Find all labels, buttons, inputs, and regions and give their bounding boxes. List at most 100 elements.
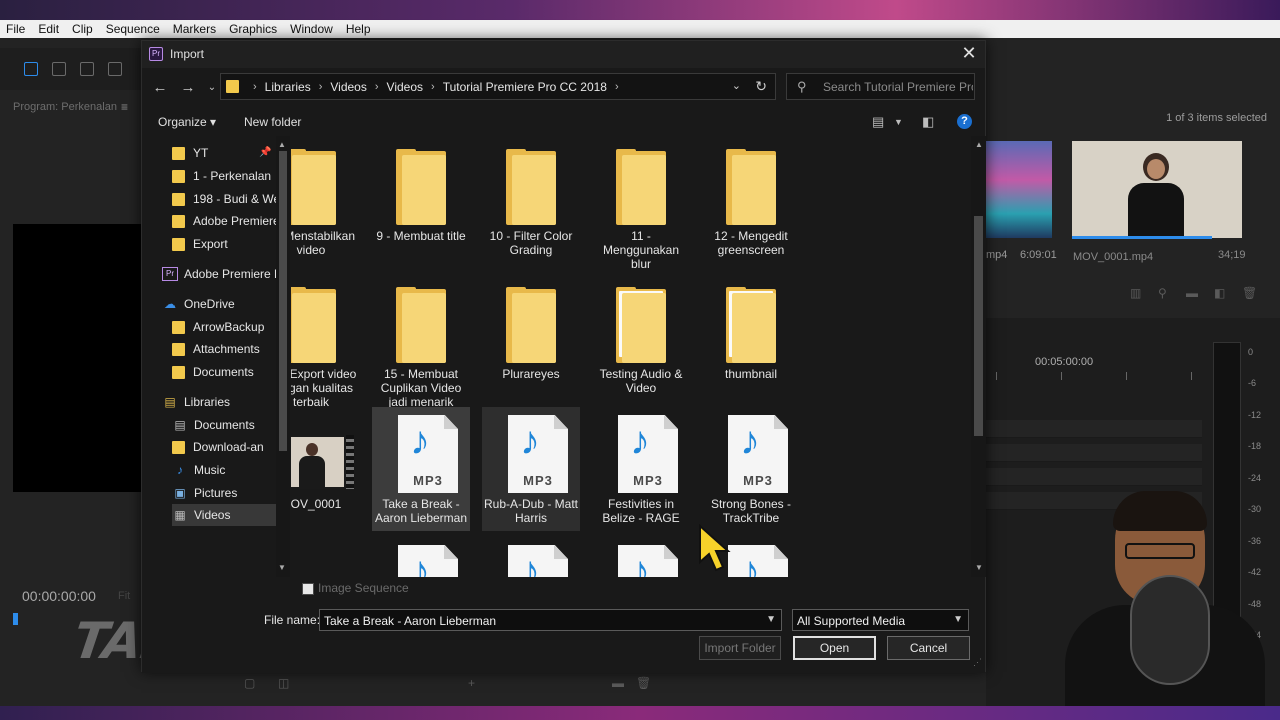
- file-item[interactable]: ♪ MP3 Take a Break - Aaron Lieberman: [372, 407, 470, 531]
- sidebar-item-documents[interactable]: ▤ Documents: [172, 414, 276, 436]
- sidebar-item-libraries[interactable]: ▤ Libraries: [162, 391, 276, 413]
- project-thumbnail-1[interactable]: [986, 141, 1052, 238]
- sidebar-item-download-an[interactable]: Download-an: [172, 436, 276, 458]
- menu-item-file[interactable]: File: [0, 22, 32, 36]
- cancel-button[interactable]: Cancel: [887, 636, 970, 660]
- file-item[interactable]: ♪MP3: [372, 537, 470, 577]
- sidebar-item-pictures[interactable]: ▣ Pictures: [172, 482, 276, 504]
- forward-arrow-icon[interactable]: →: [178, 79, 198, 96]
- sidebar-item-arrowbackup[interactable]: ArrowBackup: [172, 316, 276, 338]
- export-frame-icon[interactable]: ◫: [278, 676, 289, 690]
- preview-pane-icon[interactable]: ◧: [922, 114, 934, 130]
- folder-item[interactable]: Plurareyes: [482, 277, 580, 401]
- close-icon[interactable]: ✕: [959, 43, 979, 63]
- help-icon[interactable]: ?: [957, 114, 972, 129]
- selection-tool-icon[interactable]: [24, 62, 38, 76]
- menu-item-sequence[interactable]: Sequence: [100, 22, 167, 36]
- sidebar-item-music[interactable]: ♪ Music: [172, 459, 276, 481]
- file-item[interactable]: MOV_0001: [291, 407, 360, 531]
- folder-item[interactable]: 15 - Membuat Cuplikan Video jadi menarik: [372, 277, 470, 409]
- refresh-icon[interactable]: ↻: [755, 78, 767, 95]
- folder-item[interactable]: 11 - Menggunakan blur: [592, 139, 690, 271]
- razor-tool-icon[interactable]: [108, 62, 122, 76]
- content-scroll-thumb[interactable]: [974, 216, 983, 436]
- breadcrumb-item[interactable]: Videos: [330, 80, 366, 94]
- file-type-select[interactable]: All Supported Media ▼: [792, 609, 969, 631]
- menu-item-edit[interactable]: Edit: [32, 22, 66, 36]
- new-bin-icon[interactable]: ▬: [1186, 286, 1198, 300]
- fit-dropdown[interactable]: Fit: [118, 590, 130, 602]
- folder-item[interactable]: PSD thumbnail: [702, 277, 800, 401]
- back-arrow-icon[interactable]: ←: [150, 79, 170, 96]
- address-dropdown-icon[interactable]: ⌄: [732, 79, 741, 92]
- open-button[interactable]: Open: [793, 636, 876, 660]
- chevron-down-icon[interactable]: ▼: [766, 614, 776, 625]
- safe-margins-icon[interactable]: ▢: [244, 676, 255, 690]
- ripple-edit-tool-icon[interactable]: [80, 62, 94, 76]
- menu-item-graphics[interactable]: Graphics: [223, 22, 284, 36]
- menu-item-markers[interactable]: Markers: [167, 22, 223, 36]
- panel-menu-icon[interactable]: ≡: [121, 100, 128, 114]
- program-timecode[interactable]: 00:00:00:00: [22, 588, 96, 604]
- list-view-icon[interactable]: ▥: [1130, 286, 1141, 300]
- timeline-track[interactable]: [986, 444, 1202, 462]
- sidebar-item-adobe-premiere[interactable]: Adobe Premiere: [172, 210, 280, 232]
- sidebar-scroll-thumb[interactable]: [279, 151, 287, 451]
- playhead-marker[interactable]: [13, 613, 18, 625]
- breadcrumb-separator-icon[interactable]: ›: [319, 81, 323, 93]
- dialog-titlebar[interactable]: Pr Import ✕: [142, 41, 985, 68]
- file-item[interactable]: ♪ MP3 Festivities in Belize - RAGE: [592, 407, 690, 531]
- breadcrumb-separator-icon[interactable]: ›: [615, 81, 619, 93]
- breadcrumb-item[interactable]: Videos: [387, 80, 423, 94]
- menu-item-clip[interactable]: Clip: [66, 22, 100, 36]
- address-bar[interactable]: › Libraries › Videos › Videos › Tutorial Premie…: [220, 73, 776, 100]
- view-options-chevron-icon[interactable]: ▼: [894, 117, 903, 127]
- folder-item[interactable]: 10 - Filter Color Grading: [482, 139, 580, 263]
- image-sequence-checkbox[interactable]: [302, 583, 314, 595]
- sidebar-item-documents[interactable]: Documents: [172, 361, 276, 383]
- breadcrumb-separator-icon[interactable]: ›: [375, 81, 379, 93]
- sidebar-item-adobe-premiere-p[interactable]: Pr Adobe Premiere P: [162, 263, 282, 285]
- breadcrumb-item[interactable]: Tutorial Premiere Pro CC 2018: [443, 80, 607, 94]
- add-button-icon[interactable]: +: [468, 676, 475, 690]
- timeline-track[interactable]: [986, 468, 1202, 486]
- breadcrumb-item[interactable]: Libraries: [265, 80, 311, 94]
- scroll-up-icon[interactable]: ▲: [975, 140, 983, 149]
- timeline-track[interactable]: [986, 420, 1202, 438]
- folder-item[interactable]: Testing Audio & Video: [592, 277, 690, 401]
- new-bin-icon[interactable]: ▬: [612, 676, 624, 690]
- trash-icon[interactable]: 🗑: [1242, 286, 1257, 300]
- file-item[interactable]: ♪MP3: [482, 537, 580, 577]
- folder-item[interactable]: 9 - Membuat title: [372, 139, 470, 263]
- project-thumbnail-2[interactable]: [1072, 141, 1242, 238]
- organize-button[interactable]: Organize ▾: [158, 115, 216, 129]
- sidebar-item-export[interactable]: Export: [172, 233, 276, 255]
- menu-item-help[interactable]: Help: [340, 22, 378, 36]
- file-name-input[interactable]: Take a Break - Aaron Lieberman ▼: [319, 609, 782, 631]
- menu-item-window[interactable]: Window: [284, 22, 340, 36]
- find-icon[interactable]: ⚲: [1158, 286, 1167, 300]
- sidebar-item-videos[interactable]: ▦ Videos: [172, 504, 276, 526]
- change-view-icon[interactable]: ▤: [872, 114, 884, 130]
- trash-icon[interactable]: 🗑: [636, 676, 651, 690]
- breadcrumb-separator-icon[interactable]: ›: [253, 81, 257, 93]
- new-folder-button[interactable]: New folder: [244, 115, 301, 129]
- search-box[interactable]: ⚲ Search Tutorial Premiere Pro...: [786, 73, 975, 100]
- sidebar-item-198-budi-we[interactable]: 198 - Budi & We: [172, 188, 280, 210]
- folder-item[interactable]: 14 - Export video dengan kualitas terbai…: [291, 277, 360, 409]
- recent-locations-chevron-icon[interactable]: ⌄: [202, 82, 222, 93]
- new-item-icon[interactable]: ◧: [1214, 286, 1225, 300]
- sidebar-item-attachments[interactable]: Attachments: [172, 338, 276, 360]
- scroll-down-icon[interactable]: ▼: [278, 563, 286, 572]
- track-select-tool-icon[interactable]: [52, 62, 66, 76]
- file-item[interactable]: ♪MP3: [592, 537, 690, 577]
- file-item[interactable]: ♪ MP3 Rub-A-Dub - Matt Harris: [482, 407, 580, 531]
- import-folder-button[interactable]: Import Folder: [699, 636, 781, 660]
- folder-item[interactable]: 12 - Mengedit greenscreen: [702, 139, 800, 263]
- scroll-up-icon[interactable]: ▲: [278, 140, 286, 149]
- sidebar-item-1-perkenalan[interactable]: 1 - Perkenalan: [172, 165, 276, 187]
- resize-grip-icon[interactable]: ⋰: [973, 657, 982, 668]
- scroll-down-icon[interactable]: ▼: [975, 563, 983, 572]
- chevron-down-icon[interactable]: ▼: [953, 614, 963, 625]
- breadcrumb-separator-icon[interactable]: ›: [431, 81, 435, 93]
